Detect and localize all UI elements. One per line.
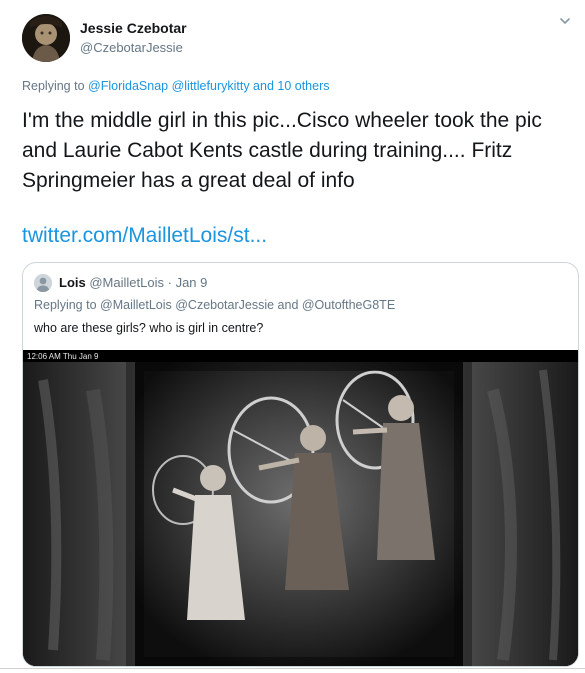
tweet: Jessie Czebotar @CzebotarJessie Replying… xyxy=(0,0,585,673)
user-silhouette-icon xyxy=(34,274,52,292)
divider xyxy=(0,668,585,669)
user-handle[interactable]: @CzebotarJessie xyxy=(80,40,183,55)
quoted-replying-to: Replying to @MailletLois @CzebotarJessie… xyxy=(34,298,396,312)
quoted-media-image[interactable]: 12:06 AM Thu Jan 9 xyxy=(23,350,578,666)
display-name[interactable]: Jessie Czebotar xyxy=(80,20,187,36)
quoted-text: who are these girls? who is girl in cent… xyxy=(34,321,264,335)
quoted-tweet[interactable]: Lois @MailletLois · Jan 9 Replying to @M… xyxy=(22,262,579,667)
quoted-separator: · xyxy=(167,275,172,290)
quoted-date[interactable]: Jan 9 xyxy=(176,275,208,290)
replying-prefix: Replying to xyxy=(22,79,85,93)
quoted-handle[interactable]: @MailletLois xyxy=(89,275,164,290)
tweet-text: I'm the middle girl in this pic...Cisco … xyxy=(22,109,542,192)
replying-to: Replying to @FloridaSnap @littlefurykitt… xyxy=(22,79,330,93)
quoted-header: Lois @MailletLois · Jan 9 xyxy=(59,275,207,290)
quoted-avatar[interactable] xyxy=(34,274,52,292)
tweet-link[interactable]: twitter.com/MailletLois/st... xyxy=(22,224,267,248)
media-status-bar: 12:06 AM Thu Jan 9 xyxy=(27,352,99,361)
quoted-display-name[interactable]: Lois xyxy=(59,275,86,290)
photo-three-girls xyxy=(23,350,578,666)
avatar-image xyxy=(22,14,70,62)
avatar[interactable] xyxy=(22,14,70,62)
replying-to-users[interactable]: @FloridaSnap @littlefurykitty and 10 oth… xyxy=(88,79,329,93)
chevron-down-icon[interactable] xyxy=(558,14,572,28)
